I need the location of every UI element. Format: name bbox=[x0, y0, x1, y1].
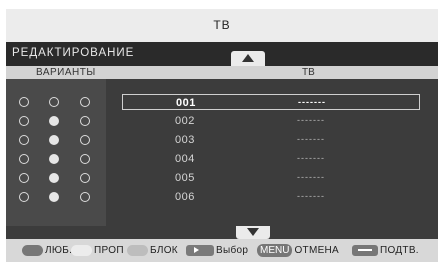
option-toggle-1-row-3[interactable] bbox=[19, 135, 29, 145]
button-hints-bar: ЛЮБ. ПРОП БЛОК Выбор MENU ОТМЕНА ПОДТВ. bbox=[6, 239, 438, 262]
channel-number: 006 bbox=[175, 191, 195, 203]
panel-header: РЕДАКТИРОВАНИЕ bbox=[6, 42, 438, 66]
option-toggle-2-row-6[interactable] bbox=[49, 192, 59, 202]
channel-name: ------- bbox=[298, 97, 326, 107]
option-toggle-2-row-3[interactable] bbox=[49, 135, 59, 145]
channel-name: ------- bbox=[297, 153, 325, 163]
channel-row[interactable]: 006 ------- bbox=[122, 189, 420, 205]
select-hint[interactable]: Выбор bbox=[186, 239, 248, 262]
option-toggle-2-row-4[interactable] bbox=[49, 154, 59, 164]
cancel-label: ОТМЕНА bbox=[294, 245, 340, 256]
option-toggle-3-row-4[interactable] bbox=[80, 154, 90, 164]
menu-key: MENU bbox=[257, 244, 293, 257]
channel-row[interactable]: 003 ------- bbox=[122, 132, 420, 148]
options-column bbox=[6, 79, 106, 226]
title-bar: ТВ bbox=[6, 9, 438, 42]
channel-row[interactable]: 004 ------- bbox=[122, 151, 420, 167]
channel-row[interactable]: 002 ------- bbox=[122, 113, 420, 129]
channel-name: ------- bbox=[297, 115, 325, 125]
red-key-icon bbox=[22, 245, 43, 256]
channel-row[interactable]: 001 ------- bbox=[122, 94, 420, 110]
window-title: ТВ bbox=[213, 18, 231, 32]
channel-number: 005 bbox=[175, 172, 195, 184]
green-key-icon bbox=[71, 245, 92, 256]
lock-label: БЛОК bbox=[150, 245, 178, 256]
column-headers: ВАРИАНТЫ ТВ bbox=[6, 66, 438, 79]
select-label: Выбор bbox=[216, 245, 249, 256]
confirm-hint[interactable]: ПОДТВ. bbox=[352, 239, 419, 262]
option-toggle-3-row-3[interactable] bbox=[80, 135, 90, 145]
channel-name: ------- bbox=[297, 134, 325, 144]
channel-number: 001 bbox=[176, 97, 196, 109]
panel-title: РЕДАКТИРОВАНИЕ bbox=[12, 47, 135, 59]
option-toggle-2-row-5[interactable] bbox=[49, 173, 59, 183]
skip-label: ПРОП bbox=[94, 245, 124, 256]
channel-number: 002 bbox=[175, 115, 195, 127]
option-toggle-1-row-5[interactable] bbox=[19, 173, 29, 183]
confirm-label: ПОДТВ. bbox=[380, 245, 419, 256]
option-toggle-1-row-2[interactable] bbox=[19, 116, 29, 126]
enter-key-icon bbox=[352, 245, 378, 256]
cancel-hint[interactable]: MENU ОТМЕНА bbox=[257, 239, 339, 262]
option-toggle-3-row-1[interactable] bbox=[80, 97, 90, 107]
channel-name: ------- bbox=[297, 191, 325, 201]
option-toggle-3-row-5[interactable] bbox=[80, 173, 90, 183]
edit-panel: РЕДАКТИРОВАНИЕ ВАРИАНТЫ ТВ 001 ------- 002… bbox=[6, 42, 438, 239]
option-toggle-2-row-2[interactable] bbox=[49, 116, 59, 126]
lock-hint[interactable]: БЛОК bbox=[127, 239, 178, 262]
channel-number: 003 bbox=[175, 134, 195, 146]
scroll-up-icon[interactable] bbox=[231, 51, 265, 66]
option-toggle-1-row-1[interactable] bbox=[19, 97, 29, 107]
scroll-down-icon[interactable] bbox=[236, 226, 270, 239]
option-toggle-3-row-2[interactable] bbox=[80, 116, 90, 126]
skip-hint[interactable]: ПРОП bbox=[71, 239, 124, 262]
channel-number: 004 bbox=[175, 153, 195, 165]
yellow-key-icon bbox=[127, 245, 148, 256]
fav-label: ЛЮБ. bbox=[45, 245, 73, 256]
options-column-header: ВАРИАНТЫ bbox=[36, 67, 96, 78]
fav-hint[interactable]: ЛЮБ. bbox=[22, 239, 72, 262]
option-toggle-3-row-6[interactable] bbox=[80, 192, 90, 202]
channel-row[interactable]: 005 ------- bbox=[122, 170, 420, 186]
channel-column-header: ТВ bbox=[302, 67, 315, 78]
option-toggle-1-row-6[interactable] bbox=[19, 192, 29, 202]
option-toggle-1-row-4[interactable] bbox=[19, 154, 29, 164]
option-toggle-2-row-1[interactable] bbox=[49, 97, 59, 107]
channel-name: ------- bbox=[297, 172, 325, 182]
arrow-right-key-icon bbox=[186, 245, 214, 256]
